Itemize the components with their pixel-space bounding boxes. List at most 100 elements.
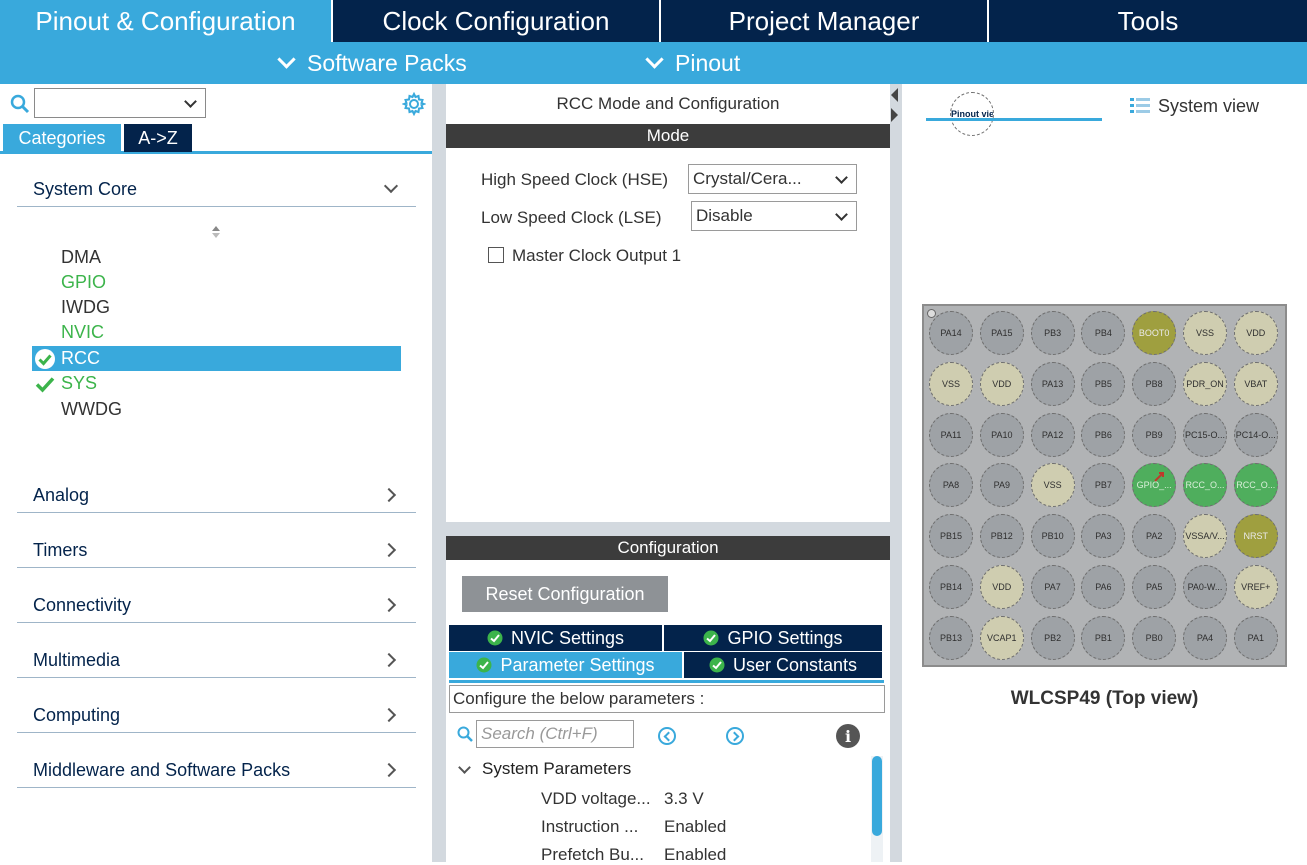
- param-value[interactable]: 3.3 V: [664, 789, 704, 809]
- pin-pb8[interactable]: PB8: [1132, 361, 1177, 406]
- pin-pa10[interactable]: PA10: [979, 412, 1024, 457]
- hse-select[interactable]: Crystal/Cera...: [688, 164, 857, 194]
- param-value[interactable]: Enabled: [664, 817, 726, 837]
- section-timers[interactable]: Timers: [17, 534, 416, 568]
- pin-pa7[interactable]: PA7: [1030, 565, 1075, 609]
- pin-pa9[interactable]: PA9: [979, 463, 1024, 508]
- pin-rcc-o[interactable]: RCC_O...: [1183, 463, 1227, 508]
- parameter-search-input[interactable]: Search (Ctrl+F): [476, 720, 634, 748]
- pin-vdd[interactable]: VDD: [979, 361, 1024, 406]
- list-item-iwdg[interactable]: IWDG: [32, 295, 401, 320]
- next-match-icon[interactable]: [726, 727, 744, 745]
- tab-clock-configuration[interactable]: Clock Configuration: [333, 0, 661, 42]
- pin-pb13[interactable]: PB13: [929, 615, 973, 660]
- tab-tools[interactable]: Tools: [989, 0, 1307, 42]
- pin-pb2[interactable]: PB2: [1030, 615, 1075, 660]
- pin-pb4[interactable]: PB4: [1081, 311, 1126, 355]
- pin-pb3[interactable]: PB3: [1030, 311, 1075, 355]
- section-multimedia[interactable]: Multimedia: [17, 644, 416, 678]
- info-icon[interactable]: i: [836, 724, 860, 748]
- pin-pb10[interactable]: PB10: [1030, 514, 1075, 559]
- pin-vbat[interactable]: VBAT: [1233, 361, 1278, 406]
- pin-pa14[interactable]: PA14: [929, 311, 973, 355]
- pin-vss[interactable]: VSS: [1030, 463, 1075, 508]
- gear-icon[interactable]: [402, 92, 426, 116]
- param-value[interactable]: Enabled: [664, 845, 726, 865]
- reset-configuration-button[interactable]: Reset Configuration: [462, 576, 668, 612]
- tab-pinout-configuration[interactable]: Pinout & Configuration: [0, 0, 333, 42]
- pin-pa3[interactable]: PA3: [1081, 514, 1126, 559]
- section-analog[interactable]: Analog: [17, 479, 416, 513]
- pin-pc15-o[interactable]: PC15-O...: [1183, 412, 1227, 457]
- chevron-down-icon[interactable]: [458, 761, 471, 774]
- sort-icon[interactable]: [209, 225, 223, 239]
- list-item-nvic[interactable]: NVIC: [32, 320, 401, 345]
- pin-pdr-on[interactable]: PDR_ON: [1183, 361, 1227, 406]
- chip-package[interactable]: PA14 PA15 PB3 PB4 BOOT0 VSS VDD VSS VDD PA13 PB5 PB…: [922, 304, 1287, 667]
- pin-pb15[interactable]: PB15: [929, 514, 973, 559]
- list-item-sys[interactable]: SYS: [32, 371, 401, 396]
- tab-categories[interactable]: Categories: [3, 124, 121, 152]
- pin-vssa-v[interactable]: VSSA/V...: [1183, 514, 1227, 559]
- pin-pa5[interactable]: PA5: [1132, 565, 1177, 609]
- mco-checkbox[interactable]: [488, 247, 504, 263]
- pin-pa8[interactable]: PA8: [929, 463, 973, 508]
- search-combo[interactable]: [34, 88, 206, 118]
- collapse-right-icon[interactable]: [891, 108, 898, 122]
- tab-a-to-z[interactable]: A->Z: [124, 124, 192, 152]
- tab-parameter-settings[interactable]: Parameter Settings: [449, 652, 682, 678]
- tab-gpio-settings[interactable]: GPIO Settings: [664, 625, 882, 651]
- software-packs-menu[interactable]: Software Packs: [277, 42, 467, 84]
- pin-pa2[interactable]: PA2: [1132, 514, 1177, 559]
- pin-vdd[interactable]: VDD: [979, 565, 1024, 609]
- section-middleware[interactable]: Middleware and Software Packs: [17, 754, 416, 788]
- pin-pb5[interactable]: PB5: [1081, 361, 1126, 406]
- pin-pa11[interactable]: PA11: [929, 412, 973, 457]
- pinout-menu[interactable]: Pinout: [645, 42, 740, 84]
- pin-pa12[interactable]: PA12: [1030, 412, 1075, 457]
- lse-select[interactable]: Disable: [691, 201, 857, 231]
- section-connectivity[interactable]: Connectivity: [17, 589, 416, 623]
- previous-match-icon[interactable]: [658, 727, 676, 745]
- list-item-wwdg[interactable]: WWDG: [32, 397, 401, 422]
- pin-vcap1[interactable]: VCAP1: [979, 615, 1024, 660]
- pin-vdd[interactable]: VDD: [1233, 311, 1278, 355]
- pin-gpio[interactable]: GPIO_...: [1132, 463, 1177, 508]
- pin-vss[interactable]: VSS: [1183, 311, 1227, 355]
- pin-pb0[interactable]: PB0: [1132, 615, 1177, 660]
- pin-pa15[interactable]: PA15: [979, 311, 1024, 355]
- tab-user-constants[interactable]: User Constants: [684, 652, 882, 678]
- pin-vref[interactable]: VREF+: [1233, 565, 1278, 609]
- pin-vss[interactable]: VSS: [929, 361, 973, 406]
- pin-pb6[interactable]: PB6: [1081, 412, 1126, 457]
- pin-pa4[interactable]: PA4: [1183, 615, 1227, 660]
- pin-boot0[interactable]: BOOT0: [1132, 311, 1177, 355]
- pin-pb12[interactable]: PB12: [979, 514, 1024, 559]
- pin-pa0-w[interactable]: PA0-W...: [1183, 565, 1227, 609]
- tab-nvic-settings[interactable]: NVIC Settings: [449, 625, 662, 651]
- section-system-core[interactable]: System Core: [17, 173, 416, 207]
- pin-rcc-o[interactable]: RCC_O...: [1233, 463, 1278, 508]
- pin-nrst[interactable]: NRST: [1233, 514, 1278, 559]
- list-item-rcc[interactable]: RCC: [32, 346, 401, 371]
- right-splitter[interactable]: [890, 84, 902, 862]
- tab-system-view[interactable]: System view: [1130, 92, 1259, 120]
- pin-pb14[interactable]: PB14: [929, 565, 973, 609]
- collapse-left-icon[interactable]: [891, 88, 898, 102]
- pin-pa13[interactable]: PA13: [1030, 361, 1075, 406]
- group-system-parameters[interactable]: System Parameters: [482, 759, 631, 779]
- horizontal-splitter[interactable]: [446, 522, 890, 536]
- search-icon[interactable]: [10, 94, 30, 114]
- pin-pb7[interactable]: PB7: [1081, 463, 1126, 508]
- tab-project-manager[interactable]: Project Manager: [661, 0, 989, 42]
- section-computing[interactable]: Computing: [17, 699, 416, 733]
- pin-pb1[interactable]: PB1: [1081, 615, 1126, 660]
- pin-pa1[interactable]: PA1: [1233, 615, 1278, 660]
- pin-pc14-o[interactable]: PC14-O...: [1233, 412, 1278, 457]
- left-splitter[interactable]: [432, 84, 446, 862]
- list-item-gpio[interactable]: GPIO: [32, 270, 401, 295]
- scrollbar-thumb[interactable]: [872, 756, 882, 836]
- pin-pa6[interactable]: PA6: [1081, 565, 1126, 609]
- tab-pinout-view[interactable]: Pinout view: [950, 92, 994, 136]
- pin-pb9[interactable]: PB9: [1132, 412, 1177, 457]
